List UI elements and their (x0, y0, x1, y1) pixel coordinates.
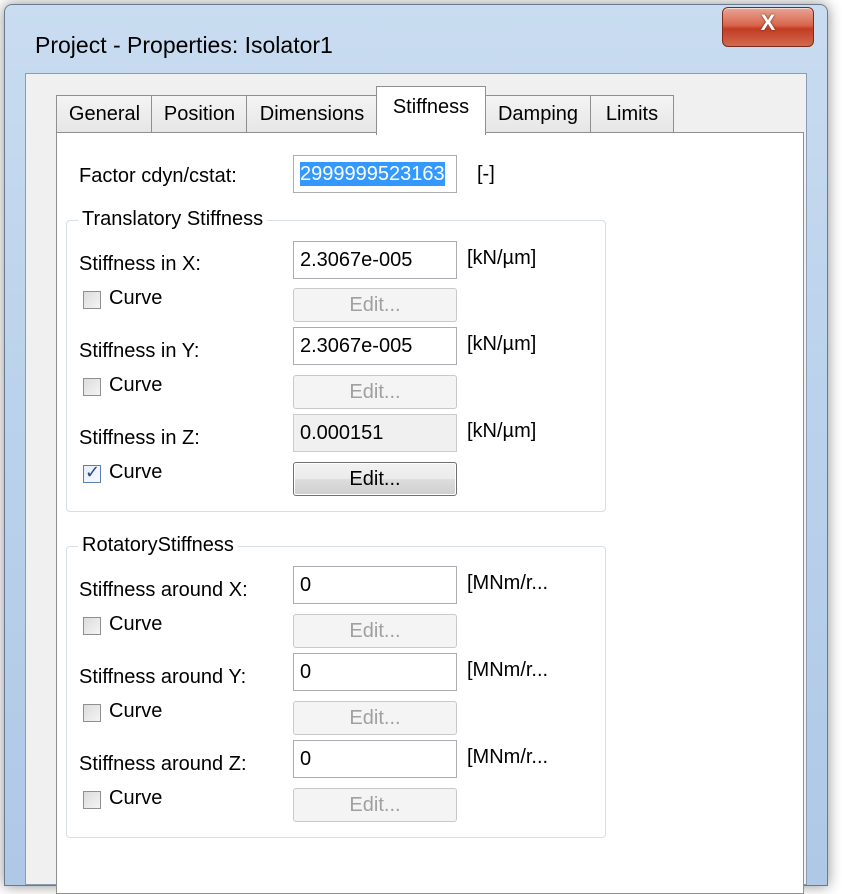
stiffness-around-z-unit: [MNm/r... (467, 746, 549, 768)
stiffness-z-value: 0.000151 (300, 422, 384, 444)
stiffness-y-edit-button[interactable]: Edit... (293, 375, 457, 409)
rotatory-stiffness-legend: RotatoryStiffness (78, 534, 238, 557)
stiffness-around-x-input[interactable]: 0 (293, 566, 457, 604)
stiffness-y-label: Stiffness in Y: (79, 340, 200, 362)
stiffness-around-y-label: Stiffness around Y: (79, 666, 247, 688)
stiffness-y-input[interactable]: 2.3067e-005 (293, 327, 457, 365)
factor-unit: [-] (477, 163, 495, 185)
tab-damping[interactable]: Damping (484, 95, 592, 133)
factor-value: 2999999523163 (300, 162, 445, 186)
stiffness-around-x-label: Stiffness around X: (79, 579, 248, 601)
stiffness-z-input[interactable]: 0.000151 (293, 414, 457, 452)
stiffness-y-curve-label: Curve (109, 374, 163, 396)
stiffness-z-curve-checkbox[interactable]: ✓ (83, 462, 101, 483)
stiffness-around-z-curve-label: Curve (109, 787, 163, 809)
checkmark-icon: ✓ (85, 462, 101, 482)
tab-general[interactable]: General (56, 95, 153, 133)
tab-stiffness[interactable]: Stiffness (376, 86, 486, 135)
stiffness-x-input[interactable]: 2.3067e-005 (293, 241, 457, 279)
stiffness-z-unit: [kN/µm] (467, 420, 537, 442)
stiffness-y-value: 2.3067e-005 (300, 335, 413, 357)
stiffness-around-x-curve-label: Curve (109, 613, 163, 635)
stiffness-around-z-value: 0 (300, 748, 312, 770)
stiffness-around-z-input[interactable]: 0 (293, 740, 457, 778)
stiffness-x-label: Stiffness in X: (79, 253, 201, 275)
stiffness-around-y-input[interactable]: 0 (293, 653, 457, 691)
properties-dialog: Project - Properties: Isolator1 X Genera… (4, 4, 828, 894)
factor-input[interactable]: 2999999523163 (293, 155, 457, 193)
stiffness-around-x-edit-button[interactable]: Edit... (293, 614, 457, 648)
stiffness-around-x-curve-checkbox[interactable] (83, 617, 101, 635)
tab-position[interactable]: Position (151, 95, 248, 133)
stiffness-x-curve-label: Curve (109, 287, 163, 309)
stiffness-z-curve-label: Curve (109, 461, 163, 483)
stiffness-y-curve-checkbox[interactable] (83, 378, 101, 396)
stiffness-around-y-edit-button[interactable]: Edit... (293, 701, 457, 735)
stiffness-tab-panel: Factor cdyn/cstat: 2999999523163 [-] Tra… (56, 132, 804, 894)
tab-limits[interactable]: Limits (590, 95, 674, 133)
title-bar[interactable]: Project - Properties: Isolator1 X (5, 5, 827, 73)
stiffness-x-curve-checkbox[interactable] (83, 291, 101, 309)
translatory-stiffness-legend: Translatory Stiffness (78, 208, 268, 231)
stiffness-around-y-unit: [MNm/r... (467, 659, 549, 681)
stiffness-around-y-value: 0 (300, 661, 312, 683)
stiffness-x-unit: [kN/µm] (467, 247, 537, 269)
factor-label: Factor cdyn/cstat: (79, 165, 237, 187)
dialog-client-area: General Position Dimensions Stiffness Da… (25, 73, 807, 894)
close-button[interactable]: X (722, 7, 814, 47)
stiffness-z-edit-button[interactable]: Edit... (293, 462, 457, 496)
close-icon: X (760, 10, 776, 35)
stiffness-z-label: Stiffness in Z: (79, 427, 200, 449)
stiffness-around-y-curve-checkbox[interactable] (83, 704, 101, 722)
stiffness-around-y-curve-label: Curve (109, 700, 163, 722)
tab-dimensions[interactable]: Dimensions (246, 95, 378, 133)
stiffness-around-x-unit: [MNm/r... (467, 572, 549, 594)
stiffness-around-z-label: Stiffness around Z: (79, 753, 247, 775)
stiffness-around-z-curve-checkbox[interactable] (83, 791, 101, 809)
stiffness-around-z-edit-button[interactable]: Edit... (293, 788, 457, 822)
stiffness-x-edit-button[interactable]: Edit... (293, 288, 457, 322)
stiffness-around-x-value: 0 (300, 574, 312, 596)
stiffness-y-unit: [kN/µm] (467, 333, 537, 355)
stiffness-x-value: 2.3067e-005 (300, 249, 413, 271)
window-title: Project - Properties: Isolator1 (35, 32, 333, 58)
